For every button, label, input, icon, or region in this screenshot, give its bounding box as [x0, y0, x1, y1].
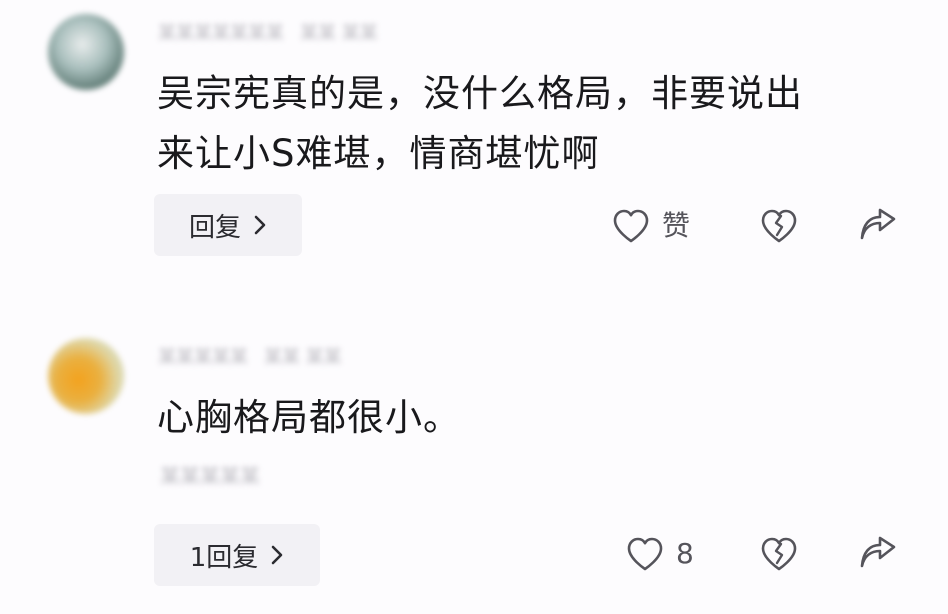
- reply-button[interactable]: 回复: [154, 194, 302, 256]
- reply-label: 回复: [188, 212, 241, 243]
- comment-text: 吴宗宪真的是，没什么格局，非要说出 来让小S难堪，情商堪忧啊: [157, 64, 897, 184]
- share-button[interactable]: [858, 534, 898, 574]
- comment-meta: 某某某某某 某某 某某: [158, 348, 342, 368]
- username[interactable]: 某某某某某某某: [158, 24, 284, 44]
- comment-meta: 某某某某某某某 某某 某某: [158, 24, 378, 44]
- like-button[interactable]: 赞: [612, 206, 690, 246]
- comment-actions: 8: [612, 522, 912, 584]
- comment-item: 某某某某某某某 某某 某某 吴宗宪真的是，没什么格局，非要说出 来让小S难堪，情…: [0, 0, 948, 300]
- reply-label: 1回复: [189, 542, 259, 573]
- like-count: 8: [676, 537, 694, 570]
- comment-text-line: 吴宗宪真的是，没什么格局，非要说出: [157, 72, 803, 115]
- comment-text: 心胸格局都很小。: [157, 388, 897, 448]
- share-arrow-icon: [860, 536, 896, 568]
- comment-actions: 赞: [612, 194, 912, 256]
- dislike-button[interactable]: [760, 206, 798, 246]
- translate-link[interactable]: 某某某某某: [160, 462, 260, 490]
- avatar[interactable]: [48, 338, 124, 414]
- dislike-button[interactable]: [760, 534, 798, 574]
- avatar[interactable]: [48, 14, 124, 90]
- username[interactable]: 某某某某某: [158, 348, 248, 368]
- comment-text-line: 心胸格局都很小。: [157, 396, 461, 439]
- heart-outline-icon: [627, 537, 663, 571]
- chevron-right-icon: [271, 545, 283, 565]
- comment-item: 某某某某某 某某 某某 心胸格局都很小。 某某某某某 1回复 8: [0, 330, 948, 614]
- comment-text-line: 来让小S难堪，情商堪忧啊: [157, 132, 600, 175]
- heart-outline-icon: [613, 209, 649, 243]
- like-button[interactable]: 8: [626, 534, 694, 574]
- share-arrow-icon: [860, 208, 896, 240]
- chevron-right-icon: [254, 215, 266, 235]
- comment-meta-info: 某某 某某: [300, 23, 378, 44]
- like-label: 赞: [662, 209, 691, 242]
- comment-meta-info: 某某 某某: [264, 347, 342, 368]
- broken-heart-icon: [761, 209, 797, 243]
- reply-button[interactable]: 1回复: [154, 524, 320, 586]
- share-button[interactable]: [858, 206, 898, 246]
- broken-heart-icon: [761, 537, 797, 571]
- comment-list: 某某某某某某某 某某 某某 吴宗宪真的是，没什么格局，非要说出 来让小S难堪，情…: [0, 0, 948, 614]
